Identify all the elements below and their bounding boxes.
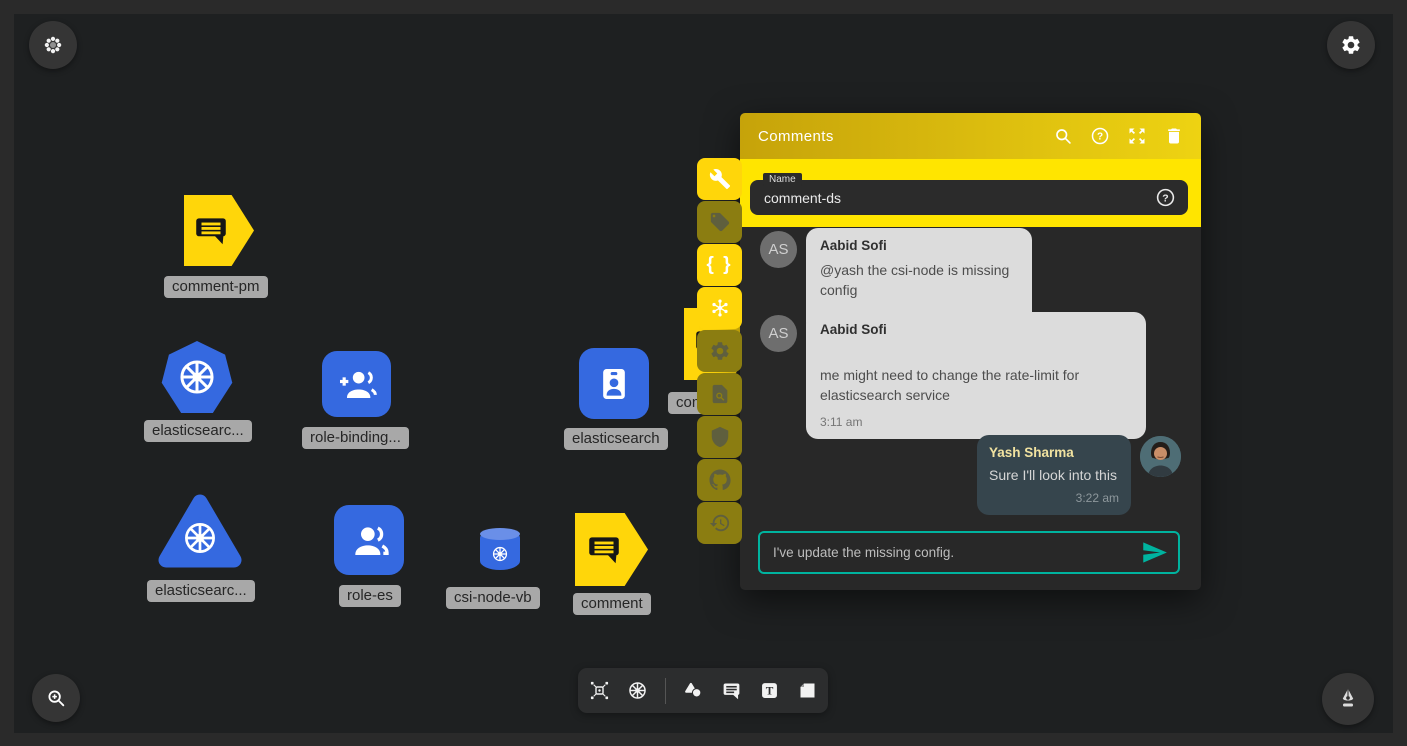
pen-tool-button[interactable] [1322, 673, 1374, 725]
shield-icon [709, 426, 731, 448]
node-label: comment-pm [164, 276, 268, 298]
node-label: role-es [339, 585, 401, 607]
people-icon [349, 520, 389, 560]
hub-icon [709, 297, 731, 319]
text-tool-icon[interactable] [759, 680, 780, 701]
node-label: csi-node-vb [446, 587, 540, 609]
kubernetes-icon[interactable] [627, 680, 648, 701]
app-logo-button[interactable] [29, 21, 77, 69]
help-icon[interactable] [1090, 126, 1110, 146]
flowchart-icon[interactable] [589, 680, 610, 701]
toolbar-braces-button[interactable]: { } [697, 244, 742, 286]
kubernetes-wheel-icon [181, 519, 219, 557]
zoom-in-icon [45, 687, 67, 709]
node-label: elasticsearch [564, 428, 668, 450]
toolbar-hub-button[interactable] [697, 287, 742, 329]
shapes-icon[interactable] [683, 680, 704, 701]
message-bubble: Aabid Sofi me might need to change the r… [806, 312, 1146, 439]
message-time: 3:11 am [820, 415, 1132, 429]
node-label: elasticsearc... [144, 420, 252, 442]
node-elasticsearch-service-account[interactable] [579, 348, 649, 419]
avatar [1140, 436, 1181, 477]
message-author: Aabid Sofi [820, 322, 1132, 337]
person-add-icon [337, 364, 377, 404]
braces-icon: { } [706, 254, 732, 276]
node-label: comment [573, 593, 651, 615]
toolbar-divider [665, 678, 666, 704]
note-tool-icon[interactable] [797, 680, 818, 701]
node-action-toolbar: { } [697, 158, 742, 545]
user-photo [1140, 436, 1181, 477]
toolbar-shield-button[interactable] [697, 416, 742, 458]
node-csi-node-vb[interactable] [480, 529, 520, 570]
toolbar-settings-button[interactable] [697, 330, 742, 372]
toolbar-tag-button[interactable] [697, 201, 742, 243]
send-icon[interactable] [1141, 539, 1168, 566]
comment-tool-icon[interactable] [721, 680, 742, 701]
chat-message: Yash Sharma Sure I'll look into this 3:2… [760, 435, 1181, 515]
node-elasticsearch-triangle[interactable] [157, 492, 243, 570]
message-author: Aabid Sofi [820, 238, 1018, 253]
settings-button[interactable] [1327, 21, 1375, 69]
gear-icon [1340, 34, 1362, 56]
message-text: me might need to change the rate-limit f… [820, 365, 1132, 406]
comments-panel-header: Comments [740, 113, 1201, 159]
comment-input[interactable] [760, 545, 1141, 560]
wrench-icon [709, 168, 731, 190]
github-icon [709, 469, 731, 491]
node-comment[interactable] [575, 513, 648, 586]
name-section: Name [740, 159, 1201, 227]
avatar: AS [760, 231, 797, 268]
name-field-wrapper: Name [750, 180, 1188, 215]
node-role-binding[interactable] [322, 351, 391, 417]
message-time: 3:22 am [989, 491, 1119, 505]
node-elasticsearch-heptagon[interactable] [161, 341, 233, 413]
toolbar-wrench-button[interactable] [697, 158, 742, 200]
expand-icon[interactable] [1127, 126, 1147, 146]
zoom-button[interactable] [32, 674, 80, 722]
message-bubble: Yash Sharma Sure I'll look into this 3:2… [977, 435, 1131, 515]
search-icon[interactable] [1053, 126, 1073, 146]
comments-panel: Comments Name AS Aabid Sofi @yash the cs… [740, 113, 1201, 590]
message-author: Yash Sharma [989, 445, 1119, 460]
comment-bubble-icon [585, 531, 623, 569]
kubernetes-wheel-icon [491, 545, 509, 563]
name-input[interactable] [750, 180, 1188, 215]
toolbar-doc-search-button[interactable] [697, 373, 742, 415]
help-icon[interactable] [1155, 187, 1176, 208]
flower-logo-icon [42, 34, 64, 56]
history-icon [709, 512, 731, 534]
toolbar-github-button[interactable] [697, 459, 742, 501]
kubernetes-wheel-icon [176, 356, 218, 398]
pen-nib-icon [1335, 686, 1361, 712]
node-comment-pm[interactable] [184, 195, 254, 266]
node-role-es[interactable] [334, 505, 404, 575]
document-search-icon [709, 383, 731, 405]
panel-title: Comments [740, 128, 1053, 145]
comment-bubble-icon [192, 212, 230, 250]
toolbar-history-button[interactable] [697, 502, 742, 544]
gear-icon [709, 340, 731, 362]
avatar: AS [760, 315, 797, 352]
id-badge-icon [594, 364, 634, 404]
name-field-label: Name [763, 173, 802, 186]
node-label: elasticsearc... [147, 580, 255, 602]
delete-icon[interactable] [1164, 126, 1184, 146]
message-text: Sure I'll look into this [989, 465, 1119, 485]
message-text: @yash the csi-node is missing config [820, 260, 1018, 301]
tag-icon [709, 211, 731, 233]
canvas-toolbar [578, 668, 828, 713]
node-label: role-binding... [302, 427, 409, 449]
comment-composer [758, 531, 1180, 574]
